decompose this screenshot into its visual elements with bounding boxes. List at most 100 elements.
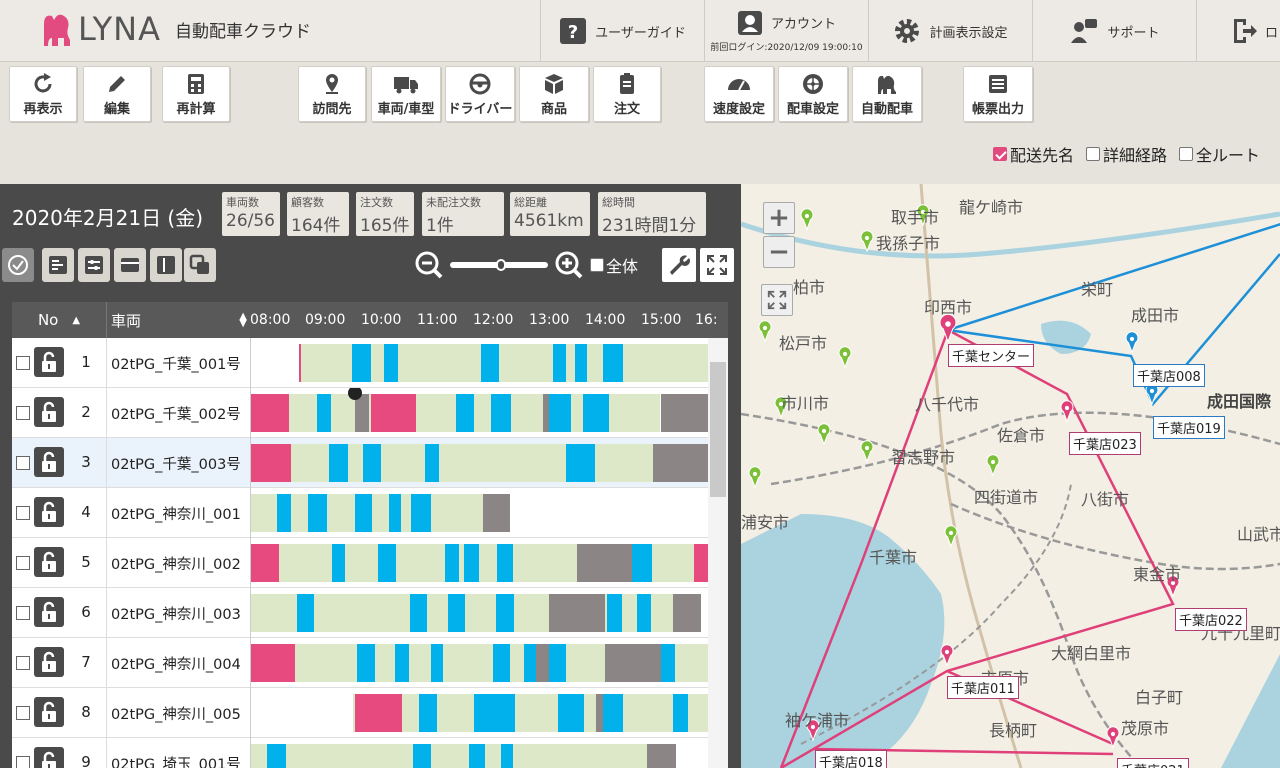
stop-label[interactable]: 千葉店018 <box>815 750 887 768</box>
delivery-block[interactable] <box>352 344 371 382</box>
row-checkbox[interactable] <box>16 656 30 670</box>
loading-block[interactable] <box>251 444 291 482</box>
delivery-block[interactable] <box>410 594 427 632</box>
row-checkbox[interactable] <box>16 406 30 420</box>
drivers-button[interactable]: ドライバー <box>445 66 515 122</box>
copy-view-button[interactable] <box>184 248 216 282</box>
delivery-block[interactable] <box>501 744 513 768</box>
break-block[interactable] <box>355 394 369 432</box>
row-checkbox[interactable] <box>16 556 30 570</box>
delivery-block[interactable] <box>448 594 465 632</box>
stop-label[interactable]: 千葉店011 <box>947 676 1019 699</box>
tools-button[interactable] <box>662 248 696 282</box>
delivery-block[interactable] <box>549 394 571 432</box>
row-checkbox[interactable] <box>16 706 30 720</box>
vehicle-name[interactable]: 02tPG_千葉_003号 <box>106 438 251 488</box>
dispatch-settings-button[interactable]: 配車設定 <box>778 66 848 122</box>
delivery-block[interactable] <box>431 644 443 682</box>
orders-button[interactable]: 注文 <box>593 66 661 122</box>
delivery-block[interactable] <box>481 344 499 382</box>
route-map[interactable]: 取手市 龍ケ崎市 我孫子市 栄町 柏市 印西市 成田市 松戸市 市川市 八千代市 佐倉市 成田国際 習志… <box>741 184 1280 768</box>
zoom-all-checkbox[interactable] <box>590 258 604 272</box>
unlock-button[interactable] <box>34 497 64 527</box>
products-button[interactable]: 商品 <box>519 66 589 122</box>
loading-block[interactable] <box>299 344 301 382</box>
vehicles-button[interactable]: 車両/車型 <box>371 66 441 122</box>
delivery-block[interactable] <box>661 644 675 682</box>
table-row[interactable]: 4 02tPG_神奈川_001 <box>12 488 708 538</box>
break-block[interactable] <box>577 544 632 582</box>
break-block[interactable] <box>647 744 676 768</box>
table-row[interactable]: 9 02tPG_埼玉_001号 <box>12 738 708 768</box>
table-row[interactable]: 3 02tPG_千葉_003号 <box>12 438 708 488</box>
visits-button[interactable]: 訪問先 <box>298 66 366 122</box>
delivery-block[interactable] <box>308 494 327 532</box>
column-no-header[interactable]: No ▲ <box>12 302 106 338</box>
delivery-block[interactable] <box>267 744 286 768</box>
loading-block[interactable] <box>355 694 402 732</box>
delivery-block[interactable] <box>413 744 431 768</box>
unlock-button[interactable] <box>34 597 64 627</box>
app-logo[interactable]: LYNA 自動配車クラウド <box>40 8 311 50</box>
user-guide-button[interactable]: ? ユーザーガイド <box>540 0 704 62</box>
delivery-block[interactable] <box>277 494 291 532</box>
delivery-block[interactable] <box>553 344 566 382</box>
logout-button[interactable]: ロ <box>1196 0 1280 62</box>
delivery-block[interactable] <box>445 544 459 582</box>
row-checkbox[interactable] <box>16 506 30 520</box>
delivery-block[interactable] <box>632 544 652 582</box>
delivery-block[interactable] <box>566 444 595 482</box>
row-checkbox[interactable] <box>16 456 30 470</box>
map-zoom-in-button[interactable]: + <box>763 202 795 234</box>
delivery-block[interactable] <box>389 494 401 532</box>
break-block[interactable] <box>596 694 603 732</box>
edit-button[interactable]: 編集 <box>83 66 151 122</box>
stop-label[interactable]: 千葉店021 <box>1117 758 1189 768</box>
speed-settings-button[interactable]: 速度設定 <box>704 66 774 122</box>
break-block[interactable] <box>661 394 708 432</box>
delivery-block[interactable] <box>603 344 623 382</box>
table-row[interactable]: 7 02tPG_神奈川_004 <box>12 638 708 688</box>
map-zoom-out-button[interactable]: − <box>763 236 795 268</box>
delivery-block[interactable] <box>378 544 396 582</box>
delivery-block[interactable] <box>558 694 584 732</box>
delivery-block[interactable] <box>329 444 348 482</box>
unlock-button[interactable] <box>34 547 64 577</box>
loading-block[interactable] <box>371 394 416 432</box>
delivery-block[interactable] <box>497 544 513 582</box>
stop-label[interactable]: 千葉店023 <box>1069 432 1141 455</box>
delivery-block[interactable] <box>549 644 566 682</box>
table-row[interactable]: 8 02tPG_神奈川_005 <box>12 688 708 738</box>
delivery-block[interactable] <box>355 494 372 532</box>
loading-block[interactable] <box>694 544 708 582</box>
route-view-button[interactable] <box>78 248 110 282</box>
delivery-block[interactable] <box>575 344 587 382</box>
vehicle-name[interactable]: 02tPG_千葉_001号 <box>106 338 251 388</box>
column-vehicle-header[interactable]: 車両 ▲ ▼ <box>106 302 251 338</box>
delivery-block[interactable] <box>297 594 314 632</box>
loading-block[interactable] <box>251 644 295 682</box>
delivery-block[interactable] <box>474 694 515 732</box>
list-view-button[interactable] <box>42 248 74 282</box>
delivery-block[interactable] <box>411 494 431 532</box>
route-span[interactable] <box>251 744 676 768</box>
unlock-button[interactable] <box>34 647 64 677</box>
table-row[interactable]: 2 02tPG_千葉_002号 <box>12 388 708 438</box>
delivery-block[interactable] <box>425 444 439 482</box>
unlock-button[interactable] <box>34 747 64 768</box>
delivery-block[interactable] <box>491 394 511 432</box>
vehicle-name[interactable]: 02tPG_神奈川_005 <box>106 688 251 738</box>
vehicle-name[interactable]: 02tPG_神奈川_003 <box>106 588 251 638</box>
option-all-routes[interactable]: 全ルート <box>1178 142 1260 166</box>
option-destination-names[interactable]: 配送先名 <box>992 142 1074 166</box>
table-row[interactable]: 6 02tPG_神奈川_003 <box>12 588 708 638</box>
route-span[interactable] <box>353 694 708 732</box>
unlock-button[interactable] <box>34 347 64 377</box>
all-routes-checkbox[interactable] <box>1178 147 1193 161</box>
unlock-button[interactable] <box>34 697 64 727</box>
plan-settings-button[interactable]: 計画表示設定 <box>868 0 1032 62</box>
table-row[interactable]: 1 02tPG_千葉_001号 <box>12 338 708 388</box>
stop-label[interactable]: 千葉店019 <box>1153 416 1225 439</box>
vehicle-name[interactable]: 02tPG_神奈川_002 <box>106 538 251 588</box>
loading-block[interactable] <box>251 394 289 432</box>
